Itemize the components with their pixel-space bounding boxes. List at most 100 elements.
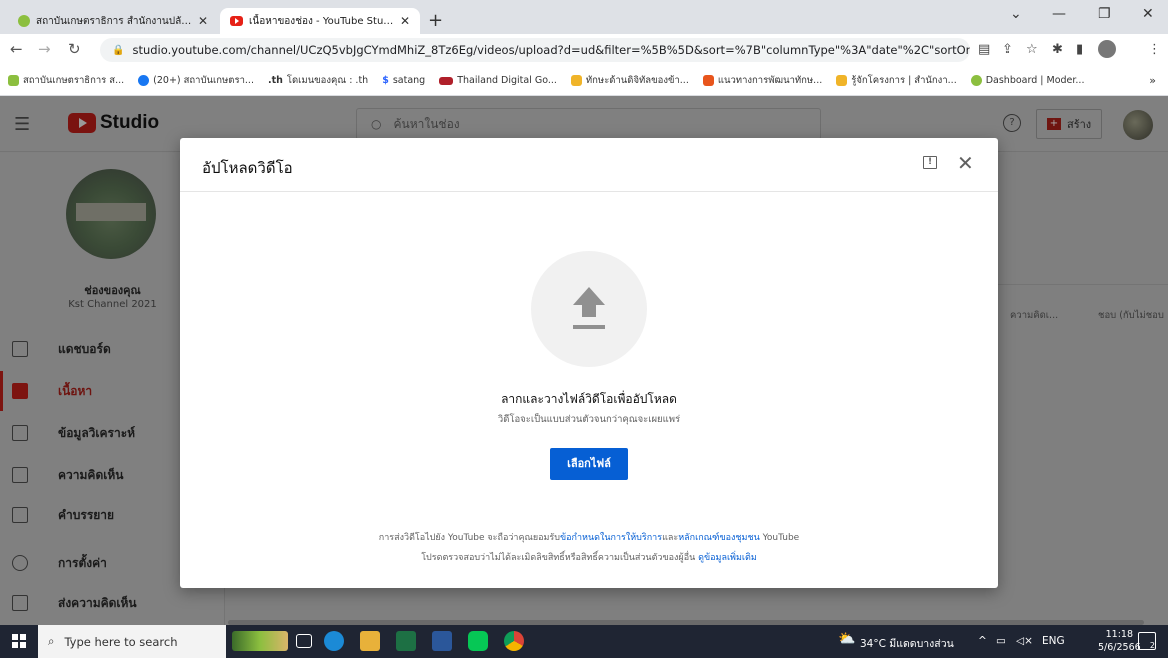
bookmark-favicon-icon	[702, 75, 714, 86]
create-video-icon: +	[1047, 118, 1061, 130]
lock-icon: 🔒	[112, 44, 125, 56]
bookmark-favicon-icon	[8, 75, 19, 86]
close-icon[interactable]: ✕	[957, 151, 974, 175]
weather-text[interactable]: 34°C มีแดดบางส่วน	[860, 635, 954, 652]
tab-title: เนื้อหาของช่อง - YouTube Studio	[249, 15, 394, 27]
forward-arrow-icon[interactable]: →	[38, 40, 51, 58]
tab-sathaban[interactable]: สถาบันเกษตราธิการ สำนักงานปลัดกระ ✕	[8, 8, 218, 34]
content-icon	[12, 383, 28, 399]
studio-logo[interactable]: Studio	[68, 112, 159, 134]
account-avatar[interactable]	[1123, 110, 1153, 140]
excel-icon[interactable]	[396, 631, 416, 651]
bookmark-item[interactable]: แนวทางการพัฒนาทักษ...	[702, 73, 822, 88]
upload-arrow-icon	[573, 287, 605, 329]
url-bar[interactable]: 🔒 studio.youtube.com/channel/UCzQ5vbJgCY…	[100, 38, 970, 62]
bookmark-item[interactable]: (20+) สถาบันเกษตรา...	[138, 73, 254, 88]
translate-icon[interactable]: ▤	[978, 42, 990, 57]
browser-tab-bar: สถาบันเกษตราธิการ สำนักงานปลัดกระ ✕ เนื้…	[0, 0, 1168, 34]
dialog-title: อัปโหลดวิดีโอ	[202, 159, 293, 177]
studio-search-input[interactable]: ○ ค้นหาในช่อง	[356, 108, 821, 140]
create-button[interactable]: + สร้าง	[1036, 109, 1103, 139]
chrome-icon[interactable]	[504, 631, 524, 651]
tab-title: สถาบันเกษตราธิการ สำนักงานปลัดกระ	[36, 15, 192, 27]
copyright-notice: โปรดตรวจสอบว่าไม่ได้ละเมิดลิขสิทธิ์หรือส…	[421, 553, 757, 563]
hamburger-menu-icon[interactable]: ☰	[14, 114, 30, 135]
reload-icon[interactable]: ↻	[68, 40, 81, 58]
dga-icon	[439, 76, 454, 85]
bookmark-item[interactable]: สถาบันเกษตราธิการ ส...	[8, 73, 124, 88]
subtitles-icon	[12, 507, 28, 523]
dialog-header: อัปโหลดวิดีโอ ! ✕	[180, 138, 998, 192]
bookmark-star-icon[interactable]: ☆	[1026, 42, 1038, 57]
taskbar-search-input[interactable]: ⌕ Type here to search	[38, 625, 226, 658]
url-text: studio.youtube.com/channel/UCzQ5vbJgCYmd…	[132, 43, 970, 57]
community-guidelines-link[interactable]: หลักเกณฑ์ของชุมชน	[678, 533, 760, 543]
bookmark-item[interactable]: $ satang	[382, 75, 425, 86]
line-app-icon[interactable]	[468, 631, 488, 651]
weather-icon[interactable]: ⛅	[838, 631, 855, 647]
tab-youtube-studio[interactable]: เนื้อหาของช่อง - YouTube Studio ✕	[220, 8, 420, 34]
extensions-icon[interactable]: ✱	[1052, 42, 1063, 57]
new-tab-button[interactable]: +	[428, 10, 443, 31]
bookmark-favicon-icon	[970, 75, 982, 86]
window-close-button[interactable]: ✕	[1142, 6, 1154, 22]
channel-avatar[interactable]	[66, 169, 156, 259]
minimize-button[interactable]: —	[1052, 6, 1066, 22]
satang-icon: $	[382, 75, 389, 86]
tab-search-chevron-icon[interactable]: ⌄	[1010, 6, 1022, 22]
back-arrow-icon[interactable]: ←	[10, 40, 23, 58]
comments-icon	[12, 467, 28, 483]
terms-of-service-link[interactable]: ข้อกำหนดในการให้บริการ	[560, 533, 662, 543]
learn-more-link[interactable]: ดูข้อมูลเพิ่มเติม	[698, 553, 757, 563]
search-icon: ⌕	[48, 634, 55, 648]
bookmarks-bar: สถาบันเกษตราธิการ ส... (20+) สถาบันเกษตร…	[0, 66, 1168, 96]
drag-drop-instruction: ลากและวางไฟล์วิดีโอเพื่ออัปโหลด	[501, 392, 677, 406]
youtube-favicon-icon	[230, 16, 243, 26]
profile-avatar[interactable]	[1098, 40, 1116, 58]
bookmark-item[interactable]: .th โดเมนของคุณ : .th	[268, 73, 368, 88]
dashboard-icon	[12, 341, 28, 357]
search-icon: ○	[371, 117, 382, 131]
terms-notice: การส่งวิดีโอไปยัง YouTube จะถือว่าคุณยอม…	[378, 533, 800, 543]
youtube-logo-icon	[68, 113, 96, 133]
language-indicator[interactable]: ENG	[1042, 635, 1065, 647]
side-panel-icon[interactable]: ▮	[1076, 42, 1083, 57]
tray-chevron-icon[interactable]: ^	[978, 635, 987, 647]
dot-th-icon: .th	[267, 75, 283, 86]
upload-drop-zone[interactable]	[531, 251, 647, 367]
notification-center-icon[interactable]: 2	[1138, 632, 1156, 650]
send-feedback-icon[interactable]: !	[923, 156, 937, 169]
tab-close-icon[interactable]: ✕	[400, 14, 410, 28]
column-header-likes: ชอบ (กับไม่ชอบ	[1098, 310, 1164, 321]
bookmark-favicon-icon	[836, 75, 848, 86]
edge-browser-icon[interactable]	[324, 631, 344, 651]
private-notice: วิดีโอจะเป็นแบบส่วนตัวจนกว่าคุณจะเผยแพร่	[497, 414, 681, 425]
share-icon[interactable]: ⇪	[1002, 42, 1013, 57]
task-view-icon[interactable]	[296, 634, 312, 648]
help-icon[interactable]: ?	[1003, 114, 1021, 132]
windows-start-icon[interactable]	[12, 634, 26, 648]
bookmarks-more-button[interactable]: »	[1149, 74, 1156, 87]
bookmark-item[interactable]: Thailand Digital Go...	[439, 75, 557, 86]
address-toolbar: ← → ↻ 🔒 studio.youtube.com/channel/UCzQ5…	[0, 34, 1168, 66]
site-favicon-icon	[18, 15, 30, 27]
speaker-muted-icon[interactable]: ◁×	[1016, 635, 1033, 647]
network-icon[interactable]: ▭	[996, 635, 1006, 647]
bookmark-item[interactable]: รู้จักโครงการ | สำนักงา...	[836, 73, 957, 88]
file-explorer-icon[interactable]	[360, 631, 380, 651]
taskbar-clock[interactable]: 11:18 5/6/2566	[1098, 628, 1141, 654]
bookmark-item[interactable]: Dashboard | Moder...	[970, 75, 1084, 86]
feedback-icon	[12, 595, 28, 611]
restore-button[interactable]: ❐	[1098, 6, 1111, 22]
facebook-icon	[138, 75, 150, 86]
gear-icon	[12, 555, 28, 571]
word-icon[interactable]	[432, 631, 452, 651]
tab-close-icon[interactable]: ✕	[198, 14, 208, 28]
sidebar-item-feedback[interactable]: ส่งความคิดเห็น	[0, 583, 225, 623]
taskbar-landscape-widget[interactable]	[232, 631, 288, 651]
select-files-button[interactable]: เลือกไฟล์	[550, 448, 628, 480]
bookmark-item[interactable]: ทักษะด้านดิจิทัลของข้า...	[570, 73, 689, 88]
windows-taskbar: ⌕ Type here to search ⛅ 34°C มีแดดบางส่ว…	[0, 625, 1168, 658]
column-header-comments: ความคิดเ...	[1010, 310, 1059, 321]
menu-kebab-icon[interactable]: ⋮	[1148, 42, 1161, 57]
